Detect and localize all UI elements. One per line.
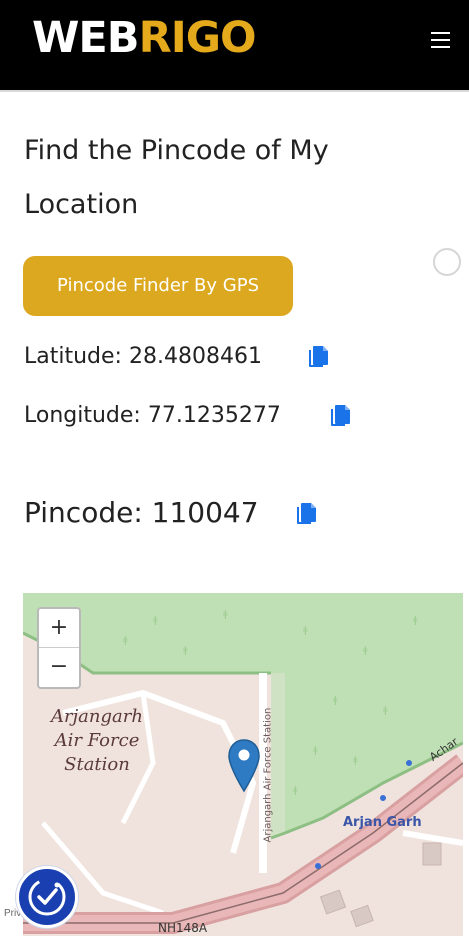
hamburger-menu-icon[interactable] — [429, 30, 453, 50]
map-road-label-vertical: Arjangarh Air Force Station — [262, 707, 274, 843]
svg-text:ǂ: ǂ — [293, 785, 298, 796]
longitude-row: Longitude: 77.1235277 — [24, 403, 281, 428]
svg-text:ǂ: ǂ — [183, 645, 188, 656]
svg-text:ǂ: ǂ — [313, 745, 318, 756]
pincode-row: Pincode: 110047 — [24, 496, 259, 529]
copy-icon[interactable] — [308, 346, 328, 368]
svg-text:ǂ: ǂ — [153, 615, 158, 626]
svg-text:ǂ: ǂ — [333, 695, 338, 706]
svg-text:ǂ: ǂ — [303, 625, 308, 636]
svg-text:ǂ: ǂ — [383, 705, 388, 716]
map-marker-icon[interactable] — [228, 739, 260, 793]
latitude-row: Latitude: 28.4808461 — [24, 344, 262, 369]
copy-icon[interactable] — [330, 405, 350, 427]
latitude-value: 28.4808461 — [128, 344, 262, 369]
location-map[interactable]: ǂ ǂ ǂ ǂ ǂ ǂ ǂ ǂ ǂ ǂ ǂ ǂ Arjangarh Air Force Stat… — [23, 593, 463, 936]
page-title: Find the Pincode of My Location — [24, 135, 329, 220]
longitude-value: 77.1235277 — [147, 403, 281, 428]
zoom-out-button[interactable]: − — [39, 648, 79, 686]
accessibility-icon — [28, 878, 66, 916]
accessibility-button[interactable] — [16, 866, 78, 928]
pincode-value: 110047 — [151, 496, 259, 529]
svg-text:ǂ: ǂ — [123, 635, 128, 646]
radio-toggle[interactable] — [433, 248, 461, 276]
webrigo-logo[interactable]: WEBRIGO — [32, 12, 257, 64]
svg-text:ǂ: ǂ — [413, 615, 418, 626]
map-zoom-control: + − — [37, 607, 81, 689]
zoom-in-button[interactable]: + — [39, 609, 79, 648]
svg-text:ǂ: ǂ — [353, 755, 358, 766]
map-locality-label: Arjan Garh — [343, 815, 422, 830]
pincode-finder-gps-button[interactable]: Pincode Finder By GPS — [23, 256, 293, 316]
site-header: WEBRIGO — [0, 0, 469, 92]
copy-icon[interactable] — [296, 503, 316, 525]
svg-text:ǂ: ǂ — [223, 609, 228, 620]
map-highway-label: NH148A — [158, 921, 208, 935]
map-place-label: Arjangarh Air Force Station — [51, 706, 143, 775]
svg-text:ǂ: ǂ — [363, 645, 368, 656]
